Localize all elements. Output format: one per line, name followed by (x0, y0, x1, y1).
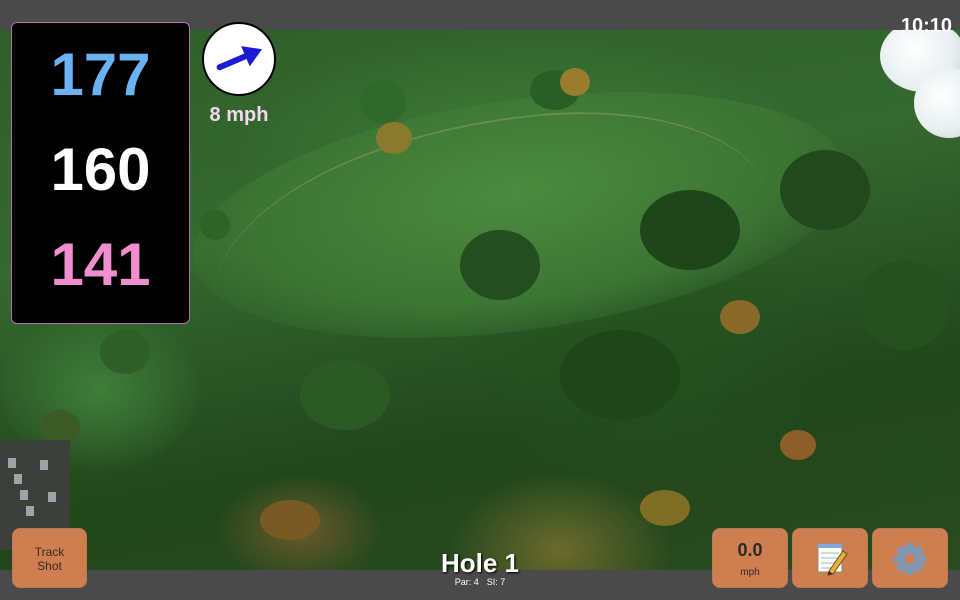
tree-cluster (860, 260, 950, 350)
wind-arrow-icon (216, 46, 263, 71)
tree-cluster (260, 500, 320, 540)
notepad-icon (817, 543, 848, 576)
hole-stroke-index: SI: 7 (486, 577, 506, 587)
parked-car (26, 506, 34, 516)
speed-value: 0.0 (737, 540, 763, 560)
distance-panel: 177 160 141 (11, 22, 190, 324)
tree-cluster (560, 68, 590, 96)
tree-cluster (780, 430, 816, 460)
back-distance: 177 (50, 41, 151, 108)
tree-cluster (780, 150, 870, 230)
golf-gps-screen: 10:10 177 160 141 8 mph Track Shot Hole … (0, 0, 960, 600)
middle-distance: 160 (50, 136, 151, 203)
parked-car (8, 458, 16, 468)
speed-unit: mph (740, 567, 760, 578)
tree-cluster (300, 360, 390, 430)
hole-meta: Par: 4 SI: 7 (380, 577, 580, 587)
track-shot-label-line1: Track (34, 545, 65, 559)
parked-car (20, 490, 28, 500)
parked-car (40, 460, 48, 470)
tree-cluster (640, 190, 740, 270)
track-shot-label-line2: Shot (37, 559, 62, 573)
hole-par: Par: 4 (454, 577, 479, 587)
gear-icon (894, 543, 926, 575)
tree-cluster (560, 330, 680, 420)
tree-cluster (100, 330, 150, 374)
tree-cluster (640, 490, 690, 526)
notes-button[interactable] (792, 528, 868, 588)
parked-car (14, 474, 22, 484)
wind-direction-dial (202, 22, 276, 96)
settings-button[interactable] (872, 528, 948, 588)
clock: 10:10 (900, 15, 952, 37)
wind-speed: 8 mph (209, 104, 269, 126)
front-distance: 141 (50, 231, 151, 298)
track-shot-button[interactable]: Track Shot (12, 528, 87, 588)
speed-button[interactable]: 0.0 mph (712, 528, 788, 588)
tree-cluster (200, 210, 230, 240)
tree-cluster (720, 300, 760, 334)
tree-cluster (376, 122, 412, 154)
tree-cluster (460, 230, 540, 300)
hole-title[interactable]: Hole 1 (380, 548, 580, 579)
tree-cluster (360, 80, 406, 124)
tree-cluster (880, 430, 950, 490)
parked-car (48, 492, 56, 502)
